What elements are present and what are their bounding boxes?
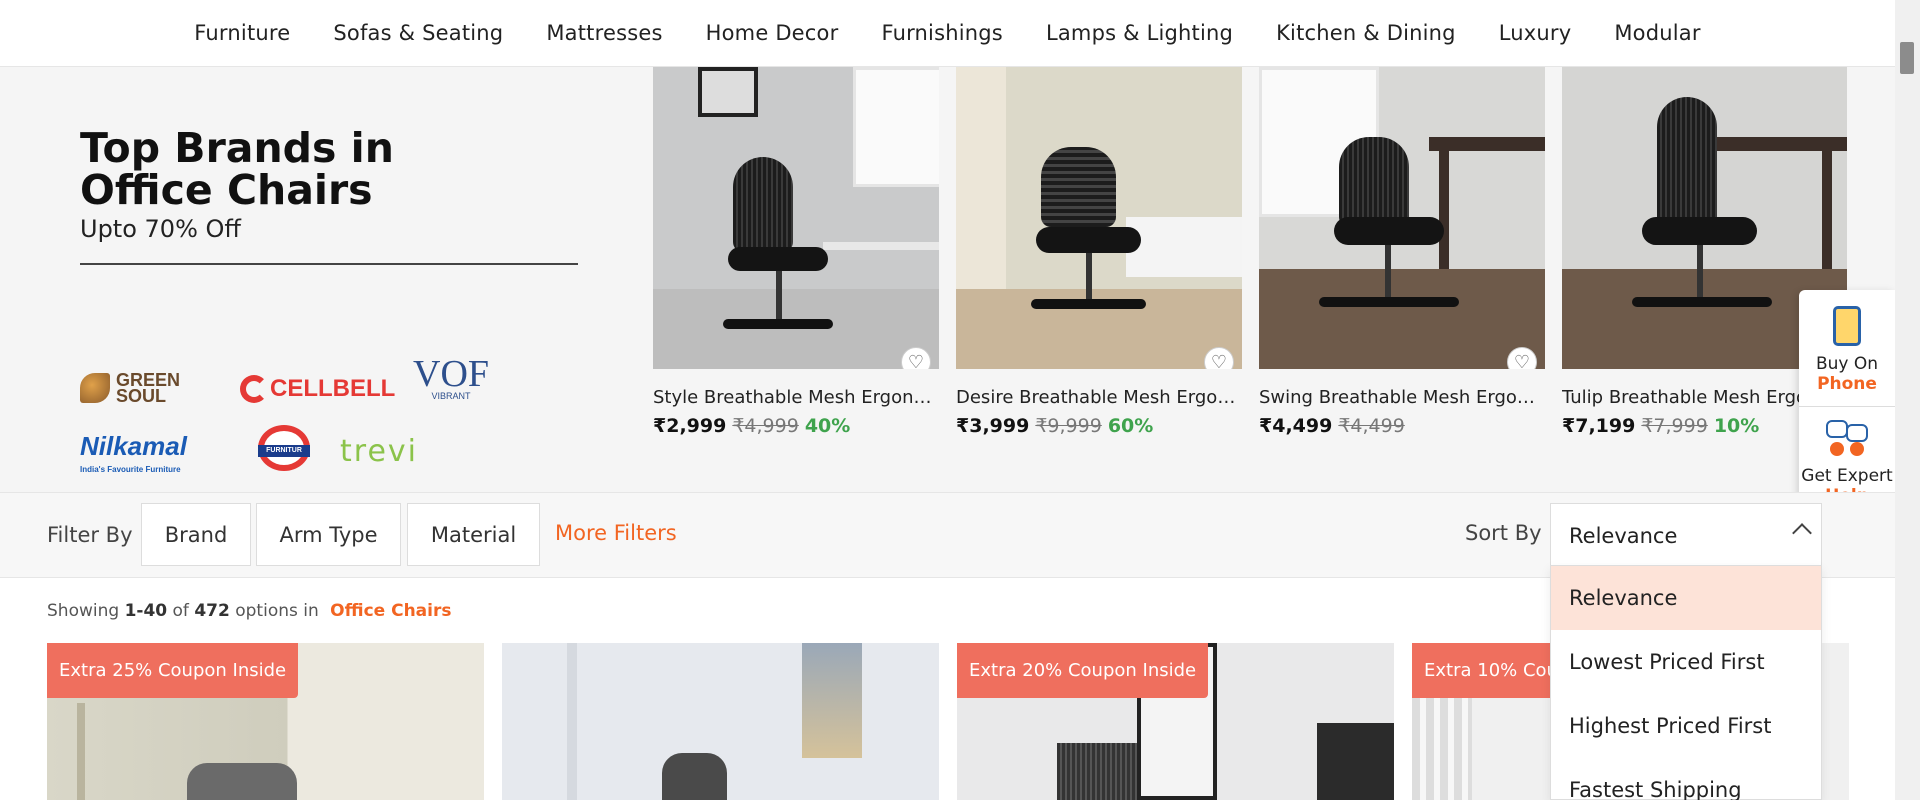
vof-text: VOF	[413, 353, 490, 395]
category-nav: Furniture Sofas & Seating Mattresses Hom…	[0, 0, 1895, 67]
nav-sofas-seating[interactable]: Sofas & Seating	[333, 21, 503, 45]
product-tile[interactable]: Extra 25% Coupon Inside	[47, 643, 484, 800]
top-brands-banner: Top Brands in Office Chairs Upto 70% Off…	[0, 67, 1895, 492]
green-soul-leaf-icon	[80, 373, 110, 403]
banner-divider	[80, 263, 578, 265]
sort-option-relevance[interactable]: Relevance	[1551, 566, 1821, 630]
product-discount: 60%	[1107, 415, 1154, 437]
product-price: ₹3,999	[956, 415, 1030, 437]
wishlist-heart-icon[interactable]: ♡	[1204, 347, 1234, 369]
product-name[interactable]: Desire Breathable Mesh Ergonomic Chair i…	[956, 383, 1242, 413]
nav-kitchen-dining[interactable]: Kitchen & Dining	[1276, 21, 1456, 45]
filter-by-label: Filter By	[47, 523, 133, 547]
brand-logo-green-soul[interactable]: GREEN SOUL	[80, 371, 180, 406]
product-tile[interactable]: Extra 20% Coupon Inside	[957, 643, 1394, 800]
product-mrp: ₹9,999	[1035, 415, 1102, 437]
showing-label: Showing	[47, 601, 120, 621]
banner-title: Top Brands in Office Chairs	[80, 127, 394, 211]
wishlist-heart-icon[interactable]: ♡	[1507, 347, 1537, 369]
filter-arm-type-button[interactable]: Arm Type	[256, 503, 401, 566]
product-image[interactable]: ♡	[956, 67, 1242, 369]
get-expert-label: Get Expert	[1801, 466, 1893, 486]
green-soul-line2: SOUL	[116, 386, 167, 406]
cellbell-c-icon	[240, 375, 268, 403]
brand-logo-cellbell[interactable]: CELLBELL	[240, 375, 395, 403]
coupon-badge: Extra 20% Coupon Inside	[957, 643, 1209, 698]
nav-mattresses[interactable]: Mattresses	[546, 21, 662, 45]
vof-subtext: VIBRANT	[431, 391, 471, 401]
scrollbar-thumb[interactable]	[1900, 42, 1914, 74]
product-card[interactable]: ♡ Desire Breathable Mesh Ergonomic Chair…	[956, 67, 1242, 437]
nilkamal-tagline: India's Favourite Furniture	[80, 465, 181, 474]
phone-icon	[1833, 306, 1861, 346]
product-price: ₹2,999	[653, 415, 727, 437]
help-divider	[1799, 406, 1895, 407]
product-discount: 40%	[804, 415, 851, 437]
brand-logo-furnitur[interactable]: FURNITUR	[258, 425, 314, 471]
banner-subtitle: Upto 70% Off	[80, 215, 241, 243]
results-total: 472	[194, 601, 230, 621]
filter-material-button[interactable]: Material	[407, 503, 540, 566]
product-price-row: ₹3,999 ₹9,999 60%	[956, 415, 1242, 437]
sort-dropdown-menu: Relevance Lowest Priced First Highest Pr…	[1550, 565, 1822, 800]
brand-logo-vof[interactable]: VOF VIBRANT	[413, 353, 490, 401]
banner-title-line2: Office Chairs	[80, 166, 373, 214]
filter-brand-button[interactable]: Brand	[141, 503, 251, 566]
product-name[interactable]: Swing Breathable Mesh Ergonomic Chair in…	[1259, 383, 1545, 413]
nilkamal-text: Nilkamal	[80, 431, 187, 461]
banner-title-line1: Top Brands in	[80, 124, 394, 172]
product-tile[interactable]	[502, 643, 939, 800]
sort-option-lowest-priced[interactable]: Lowest Priced First	[1551, 630, 1821, 694]
product-mrp: ₹4,499	[1338, 415, 1405, 437]
of-label: of	[172, 601, 189, 621]
results-count: Showing 1-40 of 472 options in Office Ch…	[47, 601, 451, 621]
product-price: ₹4,499	[1259, 415, 1333, 437]
product-card[interactable]: ♡ Swing Breathable Mesh Ergonomic Chair …	[1259, 67, 1545, 437]
furnitur-ring-icon: FURNITUR	[258, 425, 310, 471]
product-mrp: ₹7,999	[1641, 415, 1708, 437]
nav-luxury[interactable]: Luxury	[1499, 21, 1572, 45]
product-mrp: ₹4,999	[732, 415, 799, 437]
product-price-row: ₹2,999 ₹4,999 40%	[653, 415, 939, 437]
nav-furnishings[interactable]: Furnishings	[881, 21, 1003, 45]
nav-furniture[interactable]: Furniture	[194, 21, 290, 45]
product-price-row: ₹4,499 ₹4,499	[1259, 415, 1545, 437]
product-image[interactable]: ♡	[653, 67, 939, 369]
sort-option-fastest-shipping[interactable]: Fastest Shipping	[1551, 758, 1821, 800]
floating-help-widget: Buy On Phone Get Expert Help	[1799, 290, 1895, 526]
wishlist-heart-icon[interactable]: ♡	[901, 347, 931, 369]
nav-lamps-lighting[interactable]: Lamps & Lighting	[1046, 21, 1233, 45]
product-price: ₹7,199	[1562, 415, 1636, 437]
page-scrollbar[interactable]	[1895, 0, 1920, 800]
nav-home-decor[interactable]: Home Decor	[706, 21, 839, 45]
product-image[interactable]: ♡	[1259, 67, 1545, 369]
brand-logo-trevi[interactable]: trevi	[340, 434, 418, 469]
furnitur-text: FURNITUR	[258, 445, 310, 457]
buy-on-label: Buy On	[1815, 354, 1879, 374]
options-in-label: options in	[235, 601, 319, 621]
brand-logo-nilkamal[interactable]: Nilkamal India's Favourite Furniture	[80, 431, 187, 482]
product-name[interactable]: Style Breathable Mesh Ergonomic Chair in…	[653, 383, 939, 413]
trevi-text: trevi	[340, 434, 418, 469]
coupon-badge: Extra 25% Coupon Inside	[47, 643, 299, 698]
sort-by-label: Sort By	[1465, 521, 1542, 545]
product-name[interactable]: Tulip Breathable Mesh Ergonomic Chair wi…	[1562, 383, 1802, 413]
buy-on-phone-button[interactable]: Buy On Phone	[1799, 306, 1895, 394]
product-discount: 10%	[1713, 415, 1760, 437]
sort-select[interactable]: Relevance	[1550, 503, 1822, 567]
results-category-link[interactable]: Office Chairs	[330, 601, 451, 621]
chevron-up-icon	[1792, 523, 1812, 543]
cellbell-text: CELLBELL	[270, 375, 396, 402]
nav-modular[interactable]: Modular	[1614, 21, 1700, 45]
phone-label: Phone	[1817, 374, 1877, 394]
sort-selected-value: Relevance	[1569, 523, 1678, 548]
results-range: 1-40	[124, 601, 168, 621]
more-filters-link[interactable]: More Filters	[555, 521, 677, 545]
sort-option-highest-priced[interactable]: Highest Priced First	[1551, 694, 1821, 758]
product-card[interactable]: ♡ Style Breathable Mesh Ergonomic Chair …	[653, 67, 939, 437]
expert-chat-icon	[1824, 420, 1870, 462]
